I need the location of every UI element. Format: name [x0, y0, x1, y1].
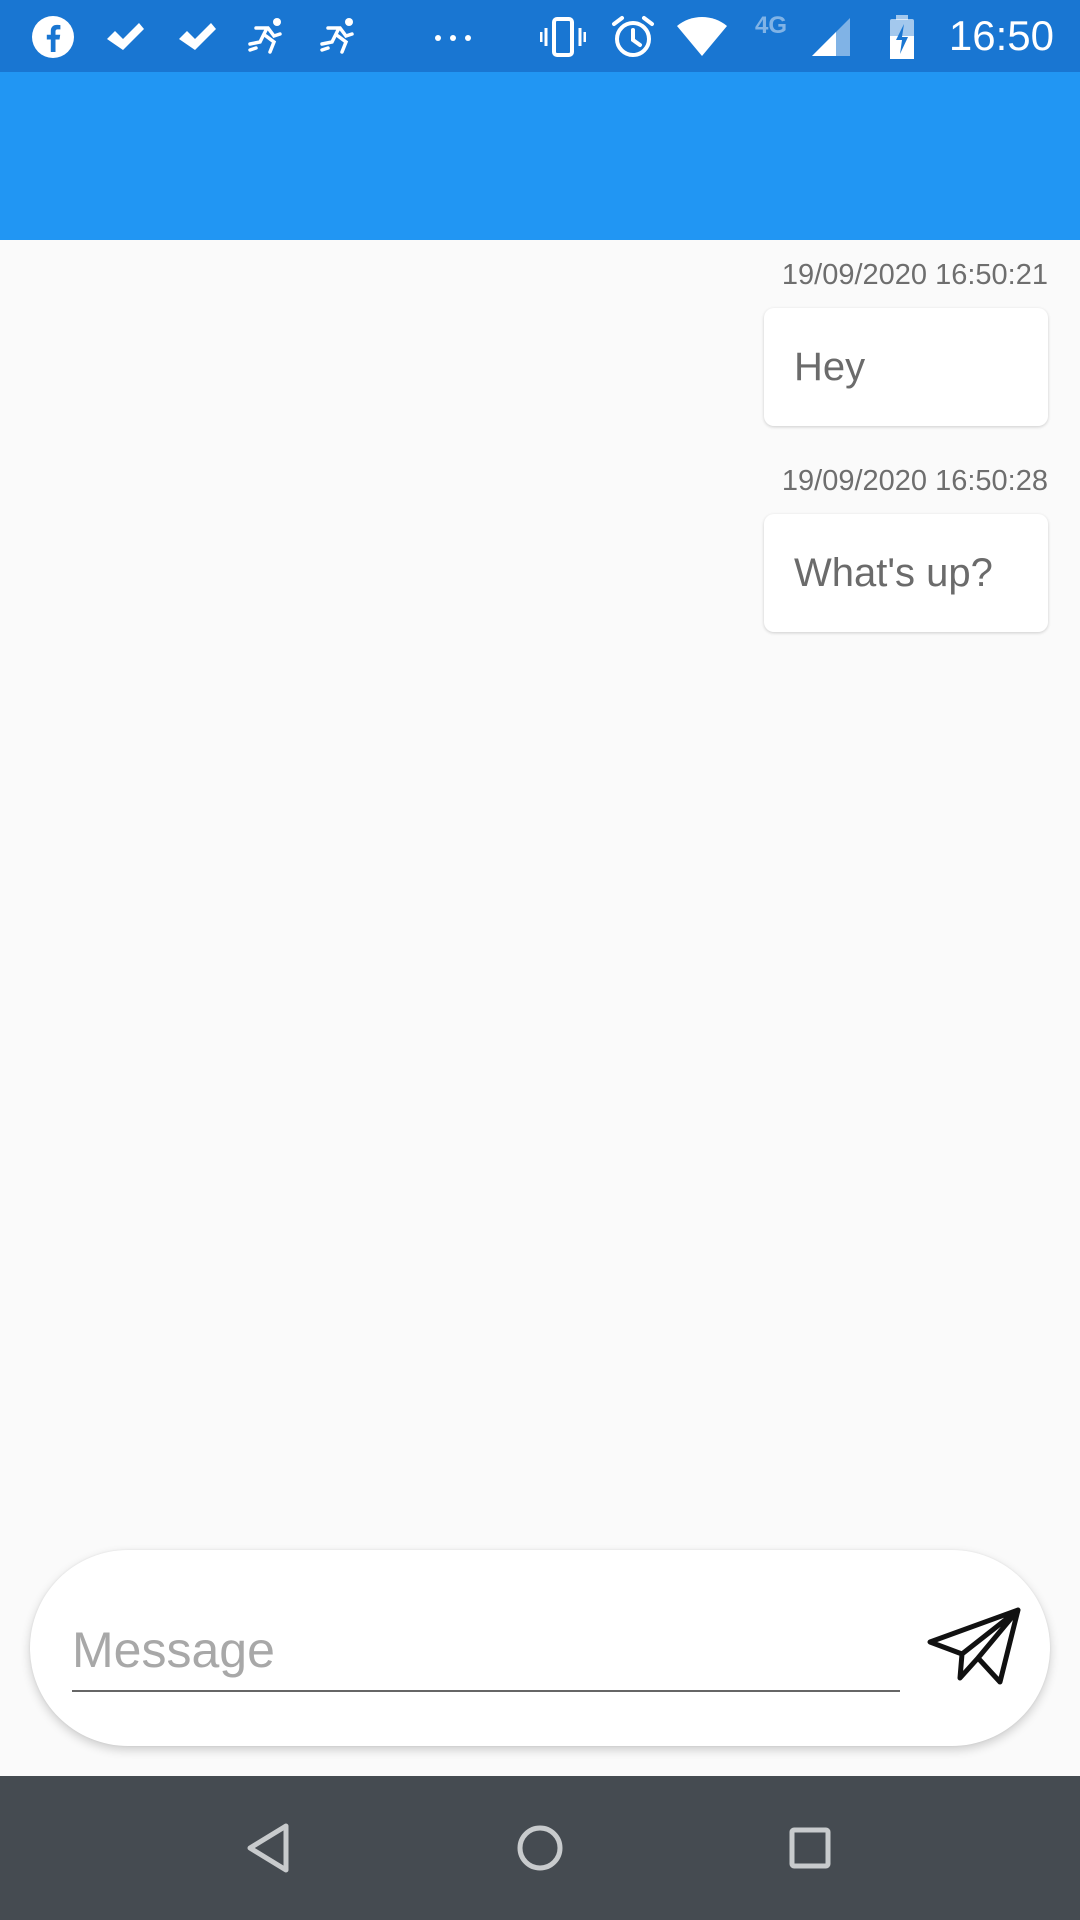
message-input[interactable] — [72, 1610, 900, 1692]
home-button[interactable] — [508, 1816, 572, 1880]
back-button[interactable] — [238, 1816, 302, 1880]
recents-icon — [789, 1827, 831, 1869]
vibrate-icon — [540, 14, 586, 60]
message-list: 19/09/2020 16:50:21 Hey 19/09/2020 16:50… — [0, 240, 1080, 1540]
more-dots-icon — [430, 14, 476, 60]
message-item: 19/09/2020 16:50:21 Hey — [764, 258, 1048, 426]
message-timestamp: 19/09/2020 16:50:28 — [781, 465, 1048, 497]
message-composer — [30, 1550, 1050, 1746]
message-bubble[interactable]: What's up? — [764, 514, 1048, 632]
status-time: 16:50 — [948, 12, 1054, 59]
message-timestamp: 19/09/2020 16:50:21 — [781, 259, 1048, 291]
facebook-icon — [30, 14, 76, 60]
recents-button[interactable] — [778, 1816, 842, 1880]
system-nav-bar — [0, 1776, 1080, 1920]
alarm-icon — [610, 14, 656, 60]
message-item: 19/09/2020 16:50:28 What's up? — [764, 464, 1048, 632]
send-button[interactable] — [924, 1602, 1024, 1692]
home-icon — [517, 1825, 563, 1871]
back-icon — [247, 1823, 289, 1873]
send-icon — [927, 1607, 1021, 1685]
status-bar: 4G 16:50 — [0, 0, 1080, 72]
runner-icon — [316, 14, 362, 60]
check-icon — [102, 14, 148, 60]
app-bar — [0, 72, 1080, 240]
message-bubble[interactable]: Hey — [764, 308, 1048, 426]
check-icon — [174, 14, 220, 60]
battery-charging-icon — [882, 14, 922, 60]
network-type: 4G — [755, 12, 788, 39]
signal-icon — [808, 14, 854, 60]
wifi-icon — [676, 14, 728, 60]
runner-icon — [244, 14, 290, 60]
